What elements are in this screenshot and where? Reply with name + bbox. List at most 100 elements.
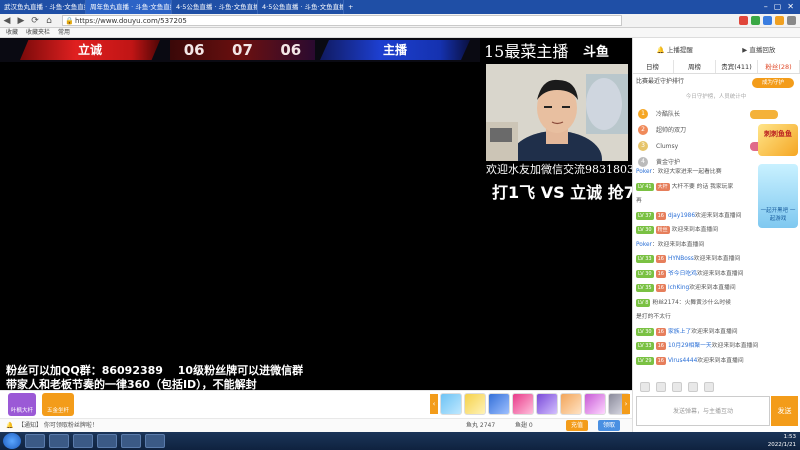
start-button[interactable] xyxy=(3,433,21,449)
gift-icon[interactable] xyxy=(672,382,682,392)
link-label: 上播提醒 xyxy=(666,46,693,54)
gift-button-label: 五金坐杆 xyxy=(46,408,69,414)
chat-nickname[interactable]: djay1986 xyxy=(668,213,695,219)
gift-button[interactable]: 叶枫大杆 xyxy=(8,393,36,416)
system-tray-clock[interactable]: 1:53 2022/1/21 xyxy=(768,432,796,450)
chat-message: Poker：欢迎大家进来一起看比赛 xyxy=(636,168,798,176)
timer-digit: 06 xyxy=(280,41,302,59)
extension-icon[interactable] xyxy=(739,16,748,25)
chat-message: LV 35 16 lchKing欢迎来到本直播间 xyxy=(636,284,798,292)
close-window-icon[interactable]: ✕ xyxy=(787,0,794,14)
bookmark-item[interactable]: 收藏夹栏 xyxy=(26,28,50,37)
replay-link[interactable]: ▶ 直播回放 xyxy=(742,42,775,58)
chat-text: 再 xyxy=(636,198,642,204)
gift-prev-arrow[interactable]: ‹ xyxy=(430,394,438,414)
douyu-logo: 斗鱼 xyxy=(583,45,610,60)
settings-icon[interactable] xyxy=(704,382,714,392)
share-icon[interactable] xyxy=(688,382,698,392)
browser-tab[interactable]: 4·5公鱼直播 · 斗鱼·文鱼直播× xyxy=(258,0,344,14)
url-input[interactable]: 🔒 https://www.douyu.com/537205 xyxy=(62,15,622,26)
rank-row[interactable]: 3 Clumsy xyxy=(638,140,758,153)
tab-label: 周年鱼丸直播 · 斗鱼·文鱼直播 xyxy=(90,3,172,11)
home-icon[interactable]: ⌂ xyxy=(42,16,56,26)
gift-list xyxy=(440,393,630,415)
rank-row[interactable]: 2 超帅的双刀 xyxy=(638,124,758,137)
recharge-button[interactable]: 充值 xyxy=(566,420,588,431)
clock-time: 1:53 xyxy=(783,434,796,440)
tab-label: 4·5公鱼直播 · 斗鱼·文鱼直播 xyxy=(262,3,344,11)
back-icon[interactable]: ◀ xyxy=(0,16,14,26)
chat-nickname[interactable]: 家族上了 xyxy=(668,329,691,335)
bookmark-item[interactable]: 收藏 xyxy=(6,28,18,37)
tab-fans[interactable]: 粉丝(28) xyxy=(758,60,800,73)
taskbar-app-icon[interactable] xyxy=(121,434,141,448)
fan-medal: 大杆 xyxy=(655,182,670,191)
tab-vip[interactable]: 贵宾(411) xyxy=(716,60,758,73)
caption-line: 带家人和老板节奏的一律360（包括ID），不能解封 xyxy=(6,378,257,391)
tab-weekly[interactable]: 周榜 xyxy=(674,60,716,73)
chat-nickname[interactable]: 爷今日吃鸡 xyxy=(668,271,697,277)
os-taskbar xyxy=(0,432,800,450)
promo-float-icon[interactable]: 刺刺鱼鱼 xyxy=(758,124,798,156)
bell-icon: 🔔 xyxy=(6,422,14,429)
extension-icon[interactable] xyxy=(763,16,772,25)
taskbar-app-icon[interactable] xyxy=(145,434,165,448)
danmu-input[interactable]: 发送弹幕，与主播互动 xyxy=(636,396,770,426)
taskbar-app-icon[interactable] xyxy=(97,434,117,448)
gift-item[interactable] xyxy=(536,393,558,415)
gift-item[interactable] xyxy=(584,393,606,415)
side-tabs: 日榜 周榜 贵宾(411) 粉丝(28) xyxy=(632,60,800,74)
rank-row[interactable]: 1 冷酷队长 xyxy=(638,108,758,121)
gift-item[interactable] xyxy=(560,393,582,415)
gift-next-arrow[interactable]: › xyxy=(622,394,630,414)
taskbar-app-icon[interactable] xyxy=(49,434,69,448)
link-label: 直播回放 xyxy=(749,46,776,54)
chat-nickname[interactable]: Poker xyxy=(636,242,652,248)
extension-icon[interactable] xyxy=(775,16,784,25)
become-guardian-button[interactable]: 成为守护 xyxy=(752,78,794,88)
level-badge: LV 33 xyxy=(636,342,654,350)
gift-item[interactable] xyxy=(440,393,462,415)
clock-date: 2022/1/21 xyxy=(767,442,796,448)
gift-item[interactable] xyxy=(488,393,510,415)
gift-button[interactable]: 五金坐杆 xyxy=(42,393,74,416)
taskbar-app-icon[interactable] xyxy=(73,434,93,448)
extension-icons xyxy=(739,16,796,25)
gift-item[interactable] xyxy=(512,393,534,415)
level-badge: LV 33 xyxy=(636,255,654,263)
browser-tab[interactable]: 4·5公鱼直播 · 斗鱼·文鱼直播× xyxy=(172,0,258,14)
chat-message: LV 37 16 djay1986欢迎来到本直播间 xyxy=(636,211,798,220)
bookmark-item[interactable]: 常用 xyxy=(58,28,70,37)
chat-message: LV 30 粉丝 欢迎来到本直播间 xyxy=(636,226,798,234)
info-bar: 🔔 【通知】 你可领取粉丝牌啦！ 鱼丸 2747 鱼翅 0 充值 领取 xyxy=(0,418,632,432)
timer-digit: 06 xyxy=(183,41,205,59)
extension-icon[interactable] xyxy=(751,16,760,25)
emoji-icon[interactable] xyxy=(640,382,650,392)
color-icon[interactable] xyxy=(656,382,666,392)
chat-nickname[interactable]: Virus4444 xyxy=(668,358,697,364)
browser-tab[interactable]: 武汉鱼丸直播 · 斗鱼·文鱼直播× xyxy=(0,0,86,14)
url-text: https://www.douyu.com/537205 xyxy=(75,17,187,25)
maximize-icon[interactable]: ▢ xyxy=(774,0,782,14)
refresh-icon[interactable]: ⟳ xyxy=(28,16,42,26)
minimize-icon[interactable]: – xyxy=(764,0,768,14)
score-timer: 06 07 06 xyxy=(170,40,315,60)
claim-button[interactable]: 领取 xyxy=(598,420,620,431)
chat-nickname[interactable]: Poker xyxy=(636,169,652,175)
gift-item[interactable] xyxy=(464,393,486,415)
tab-daily[interactable]: 日榜 xyxy=(632,60,674,73)
menu-icon[interactable] xyxy=(787,16,796,25)
follow-reminder-link[interactable]: 🔔 上播提醒 xyxy=(657,42,693,58)
chat-nickname[interactable]: 10月29相聚一天 xyxy=(668,343,712,349)
taskbar-app-icon[interactable] xyxy=(25,434,45,448)
chat-nickname[interactable]: lchKing xyxy=(668,285,689,291)
chat-text: 欢迎来到本直播间 xyxy=(671,227,719,233)
new-tab-button[interactable]: + xyxy=(344,0,358,14)
notice-text: 【通知】 你可领取粉丝牌啦！ xyxy=(18,422,98,429)
fan-medal: 16 xyxy=(655,284,666,292)
chat-nickname[interactable]: HYNBoss xyxy=(668,256,694,262)
screen: 武汉鱼丸直播 · 斗鱼·文鱼直播× 周年鱼丸直播 · 斗鱼·文鱼直播× 4·5公… xyxy=(0,0,800,450)
send-button[interactable]: 发送 xyxy=(771,396,798,426)
browser-tab[interactable]: 周年鱼丸直播 · 斗鱼·文鱼直播× xyxy=(86,0,172,14)
forward-icon[interactable]: ▶ xyxy=(14,16,28,26)
